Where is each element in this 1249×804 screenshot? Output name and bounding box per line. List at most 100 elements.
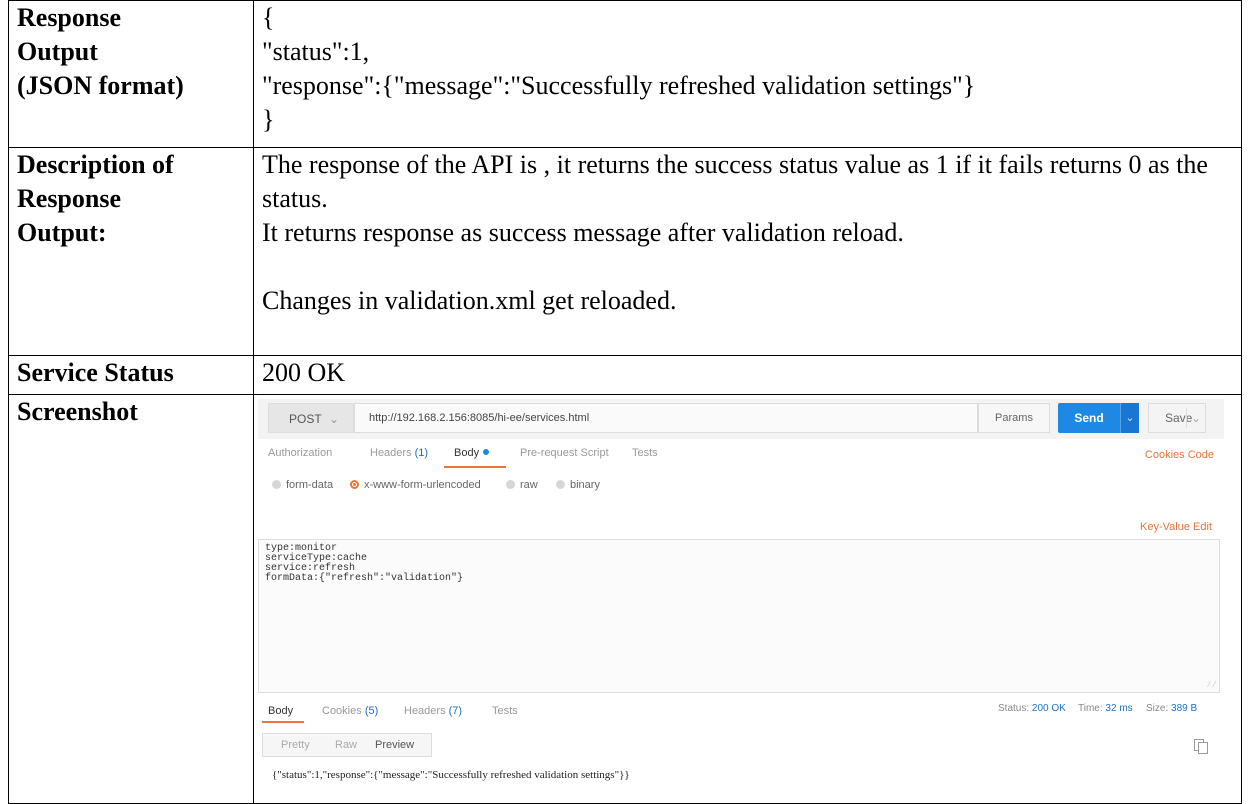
radio-label: binary — [570, 479, 600, 491]
chevron-down-icon: ⌄ — [1125, 412, 1135, 424]
preview-button[interactable]: Preview — [375, 739, 414, 751]
radio-x-www-form-urlencoded[interactable]: x-www-form-urlencoded — [350, 479, 481, 491]
response-body-text: {"status":1,"response":{"message":"Succe… — [272, 769, 630, 781]
size-readout: Size: 389 B — [1146, 703, 1197, 714]
headers-count: (1) — [414, 447, 429, 459]
time-value: 32 ms — [1105, 703, 1133, 714]
save-label: Save — [1165, 411, 1193, 425]
size-value: 389 B — [1171, 703, 1198, 714]
service-status-value: 200 OK — [253, 355, 1242, 395]
status-label: Status: — [998, 703, 1030, 714]
tab-label: Cookies — [322, 705, 362, 717]
status-value: 200 OK — [1031, 703, 1066, 714]
tab-response-tests[interactable]: Tests — [492, 705, 518, 717]
editor-line: serviceType:cache — [265, 553, 368, 564]
request-tabs: Authorization Headers (1) Body Pre-reque… — [258, 439, 1224, 469]
status-readout: Status: 200 OK — [998, 703, 1066, 714]
divider — [1186, 408, 1187, 428]
top-right-links: Cookies Code — [1145, 449, 1214, 461]
radio-binary[interactable]: binary — [556, 479, 600, 491]
radio-selected-icon — [350, 480, 359, 489]
label-service-status: Service Status — [8, 355, 254, 395]
copy-icon[interactable] — [1194, 739, 1208, 754]
api-doc-table: Response Output (JSON format) { "status"… — [8, 0, 1242, 804]
body-editor[interactable]: type:monitor serviceType:cache service:r… — [258, 539, 1220, 693]
json-line: "response":{"message":"Successfully refr… — [262, 71, 976, 100]
json-line: } — [262, 105, 275, 134]
chevron-down-icon: ⌄ — [1190, 411, 1201, 425]
tab-label: Headers — [404, 705, 446, 717]
tab-headers[interactable]: Headers (1) — [370, 447, 428, 459]
radio-raw[interactable]: raw — [506, 479, 538, 491]
radio-icon — [506, 480, 515, 489]
label-line: Output — [17, 37, 98, 66]
send-button[interactable]: Send — [1058, 403, 1120, 433]
code-link[interactable]: Code — [1188, 449, 1214, 461]
url-input[interactable]: http://192.168.2.156:8085/hi-ee/services… — [354, 403, 978, 433]
params-button[interactable]: Params — [978, 403, 1050, 433]
editor-line: formData:{"refresh":"validation"} — [265, 573, 464, 584]
chevron-down-icon: ⌄ — [328, 412, 339, 426]
active-tab-underline — [262, 721, 304, 723]
tab-authorization[interactable]: Authorization — [268, 447, 332, 459]
cookies-count: (5) — [364, 705, 379, 717]
tab-response-headers[interactable]: Headers (7) — [404, 705, 462, 717]
key-value-edit-link[interactable]: Key-Value Edit — [1140, 521, 1212, 533]
label-line: Response — [17, 3, 122, 32]
radio-icon — [556, 480, 565, 489]
tab-label: Body — [454, 447, 480, 459]
tab-tests[interactable]: Tests — [632, 447, 658, 459]
request-bar: POST ⌄ http://192.168.2.156:8085/hi-ee/s… — [258, 399, 1224, 439]
size-label: Size: — [1146, 703, 1169, 714]
send-dropdown-button[interactable]: ⌄ — [1120, 403, 1139, 433]
radio-form-data[interactable]: form-data — [272, 479, 333, 491]
row-screenshot: Screenshot POST ⌄ http://192.168.2.156:8… — [8, 394, 1242, 804]
radio-icon — [272, 480, 281, 489]
tab-label: Headers — [370, 447, 412, 459]
pretty-button[interactable]: Pretty — [281, 739, 310, 751]
label-response-output: Response Output (JSON format) — [8, 0, 254, 148]
label-line: Response — [17, 184, 122, 213]
radio-label: form-data — [286, 479, 334, 491]
description-paragraph: The response of the API is , it returns … — [262, 150, 1208, 213]
json-line: { — [262, 3, 275, 32]
screenshot-cell: POST ⌄ http://192.168.2.156:8085/hi-ee/s… — [253, 394, 1242, 804]
tab-response-cookies[interactable]: Cookies (5) — [322, 705, 378, 717]
method-select[interactable]: POST ⌄ — [268, 403, 354, 433]
json-line: "status":1, — [262, 37, 370, 66]
cookies-link[interactable]: Cookies — [1145, 449, 1185, 461]
format-button-group: Pretty Raw Preview — [262, 733, 432, 757]
label-line: (JSON format) — [17, 71, 184, 100]
tab-response-body[interactable]: Body — [268, 705, 293, 717]
label-description: Description of Response Output: — [8, 147, 254, 356]
tab-prerequest-script[interactable]: Pre-request Script — [520, 447, 609, 459]
copy-front-sheet — [1198, 742, 1208, 754]
resize-grip-icon[interactable]: ∕∕ — [1206, 680, 1217, 690]
postman-screenshot: POST ⌄ http://192.168.2.156:8085/hi-ee/s… — [258, 399, 1224, 797]
headers-count: (7) — [448, 705, 463, 717]
description-paragraph: It returns response as success message a… — [262, 218, 904, 247]
label-line: Description of — [17, 150, 174, 179]
label-line: Output: — [17, 218, 107, 247]
save-button[interactable]: Save ⌄ — [1148, 403, 1206, 433]
time-label: Time: — [1078, 703, 1103, 714]
description-text: The response of the API is , it returns … — [253, 147, 1242, 356]
body-mode-options: form-data x-www-form-urlencoded raw bina… — [258, 477, 1224, 499]
json-output: { "status":1, "response":{"message":"Suc… — [253, 0, 1242, 148]
time-readout: Time: 32 ms — [1078, 703, 1133, 714]
method-label: POST — [289, 412, 322, 426]
radio-label: raw — [520, 479, 538, 491]
label-screenshot: Screenshot — [8, 394, 254, 804]
modified-dot-icon — [483, 449, 490, 455]
response-tabs: Body Cookies (5) Headers (7) Tests Statu… — [258, 695, 1224, 723]
row-response-output: Response Output (JSON format) { "status"… — [8, 0, 1242, 148]
raw-button[interactable]: Raw — [335, 739, 357, 751]
radio-label: x-www-form-urlencoded — [364, 479, 481, 491]
tab-body[interactable]: Body — [454, 447, 490, 459]
row-description: Description of Response Output: The resp… — [8, 147, 1242, 356]
editor-line: type:monitor — [265, 543, 338, 554]
active-tab-underline — [444, 466, 506, 468]
row-service-status: Service Status 200 OK — [8, 355, 1242, 395]
description-paragraph: Changes in validation.xml get reloaded. — [262, 286, 677, 315]
